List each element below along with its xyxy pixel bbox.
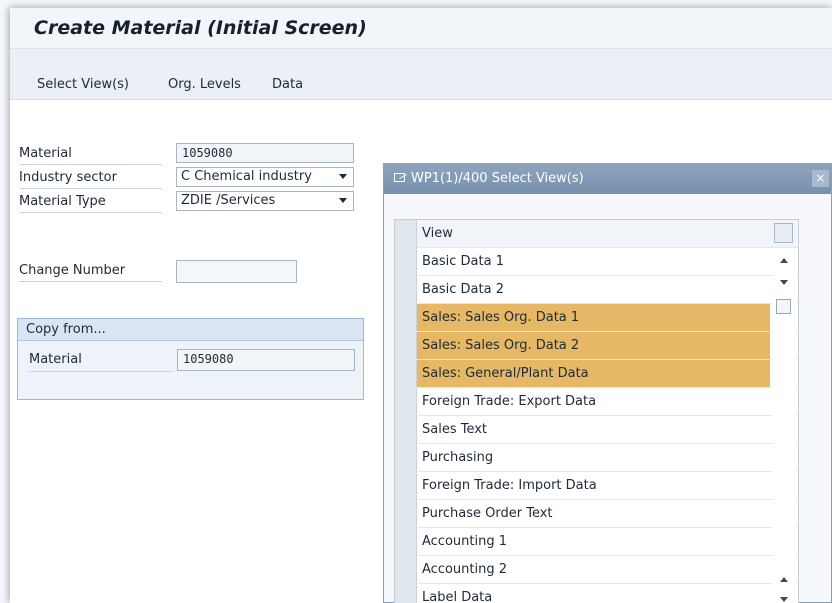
row-selector[interactable] [395,528,417,555]
close-icon[interactable]: × [812,170,829,187]
scrollbar-thumb[interactable] [776,299,791,314]
row-selector[interactable] [395,248,417,275]
select-views-dialog: WP1(1)/400 Select View(s) × View Basic D… [383,163,832,603]
column-header-view[interactable]: View [422,220,453,247]
table-row[interactable]: Label Data [395,584,798,603]
material-label: Material [19,143,162,165]
dialog-title-bar[interactable]: WP1(1)/400 Select View(s) × [384,164,831,194]
view-label: Sales: Sales Org. Data 1 [422,310,580,325]
view-label: Purchase Order Text [422,506,553,521]
row-selector[interactable] [395,332,417,359]
table-row[interactable]: Sales: Sales Org. Data 2 [395,332,798,360]
row-selector[interactable] [395,388,417,415]
view-label: Sales: General/Plant Data [422,366,589,381]
row-selector[interactable] [395,472,417,499]
table-row[interactable]: Foreign Trade: Import Data [395,472,798,500]
table-row[interactable]: Basic Data 2 [395,276,798,304]
industry-sector-label: Industry sector [19,167,162,189]
data-button[interactable]: Data [272,77,303,92]
table-row[interactable]: Accounting 1 [395,528,798,556]
view-label: Foreign Trade: Import Data [422,478,597,493]
copy-material-field[interactable]: 1059080 [177,349,355,371]
table-row[interactable]: Sales: Sales Org. Data 1 [395,304,798,332]
page-title: Create Material (Initial Screen) [34,17,367,39]
application-toolbar: Select View(s) Org. Levels Data [10,49,832,100]
copy-from-group: Copy from... Material 1059080 [17,318,364,400]
copy-from-header: Copy from... [18,319,363,341]
table-row[interactable]: Sales Text [395,416,798,444]
view-label: Label Data [422,590,493,603]
view-label: Sales Text [422,422,488,437]
chevron-down-icon [339,198,347,203]
material-field[interactable]: 1059080 [176,143,354,163]
view-label: Foreign Trade: Export Data [422,394,597,409]
row-selector[interactable] [395,416,417,443]
industry-sector-dropdown[interactable]: C Chemical industry [176,167,354,187]
dialog-title: WP1(1)/400 Select View(s) [411,171,584,186]
vertical-scrollbar[interactable] [772,248,796,603]
row-selector[interactable] [395,584,417,603]
material-type-dropdown[interactable]: ZDIE /Services [176,191,354,211]
scroll-up-icon[interactable] [780,258,788,263]
row-selector[interactable] [395,500,417,527]
view-label: Basic Data 1 [422,254,504,269]
table-header-row: View [395,220,798,248]
scroll-up-icon[interactable] [780,577,788,582]
scroll-down-icon[interactable] [780,280,788,285]
row-selector[interactable] [395,360,417,387]
table-row[interactable]: Basic Data 1 [395,248,798,276]
column-settings-button[interactable] [774,223,793,243]
org-levels-button[interactable]: Org. Levels [168,77,241,92]
row-selector[interactable] [395,556,417,583]
title-bar: Create Material (Initial Screen) [10,8,832,49]
change-number-field[interactable] [176,260,297,283]
table-row[interactable]: Sales: General/Plant Data [395,360,798,388]
sap-screen: Create Material (Initial Screen) Select … [10,8,832,603]
scroll-down-icon[interactable] [780,597,788,602]
table-row[interactable]: Purchasing [395,444,798,472]
row-selector[interactable] [395,276,417,303]
row-selector[interactable] [395,444,417,471]
change-number-label: Change Number [19,260,162,282]
table-row[interactable]: Purchase Order Text [395,500,798,528]
window-icon [394,173,405,182]
view-label: Accounting 2 [422,562,507,577]
industry-sector-value: C Chemical industry [181,169,312,184]
views-table: View Basic Data 1 Basic Data 2 Sales: Sale… [394,219,799,603]
chevron-down-icon [339,174,347,179]
material-type-value: ZDIE /Services [181,193,276,208]
table-row[interactable]: Foreign Trade: Export Data [395,388,798,416]
select-all-cell[interactable] [395,220,417,247]
row-selector[interactable] [395,304,417,331]
view-label: Purchasing [422,450,494,465]
copy-material-label: Material [29,349,172,372]
view-label: Basic Data 2 [422,282,504,297]
view-label: Sales: Sales Org. Data 2 [422,338,580,353]
material-type-label: Material Type [19,191,162,213]
view-label: Accounting 1 [422,534,507,549]
table-row[interactable]: Accounting 2 [395,556,798,584]
select-views-button[interactable]: Select View(s) [37,77,129,92]
